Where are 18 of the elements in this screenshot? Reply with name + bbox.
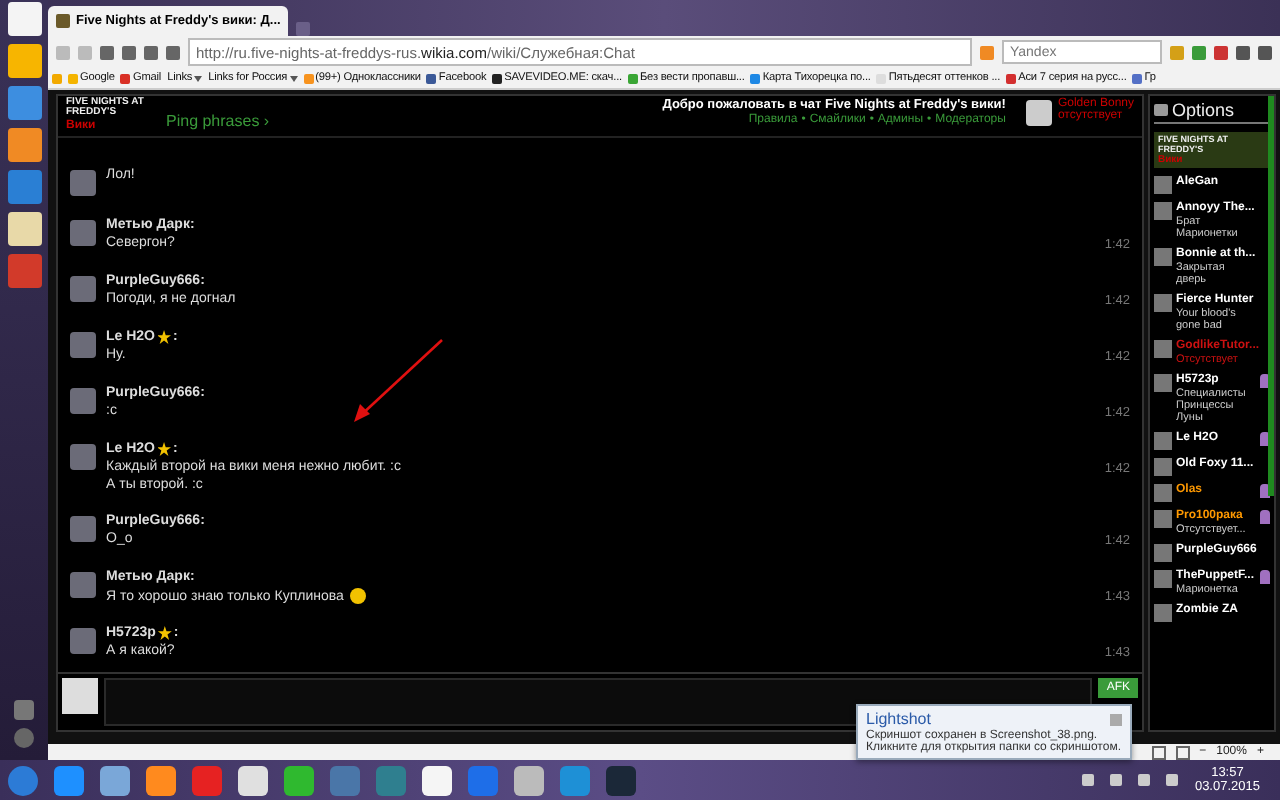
avatar-placeholder <box>1154 248 1172 266</box>
avatar-placeholder <box>1025 100 1052 126</box>
avatar-placeholder <box>70 388 96 414</box>
avatar-placeholder <box>70 628 96 654</box>
avatar-placeholder <box>62 678 98 714</box>
avatar-placeholder <box>70 276 96 302</box>
avatar-placeholder <box>70 444 96 470</box>
annotation-arrow <box>354 339 443 422</box>
avatar-placeholder <box>1154 294 1172 312</box>
avatar-placeholder <box>70 170 96 196</box>
notification-title: Lightshot <box>866 710 931 728</box>
avatar-placeholder <box>70 516 96 542</box>
avatar-placeholder <box>70 220 96 246</box>
avatar-placeholder <box>70 572 96 598</box>
avatar-placeholder <box>70 332 96 358</box>
ping-phrases-link[interactable]: Ping phrases › <box>166 112 270 130</box>
scrollbar[interactable] <box>1268 96 1274 496</box>
options-title[interactable]: Options <box>1172 100 1235 120</box>
